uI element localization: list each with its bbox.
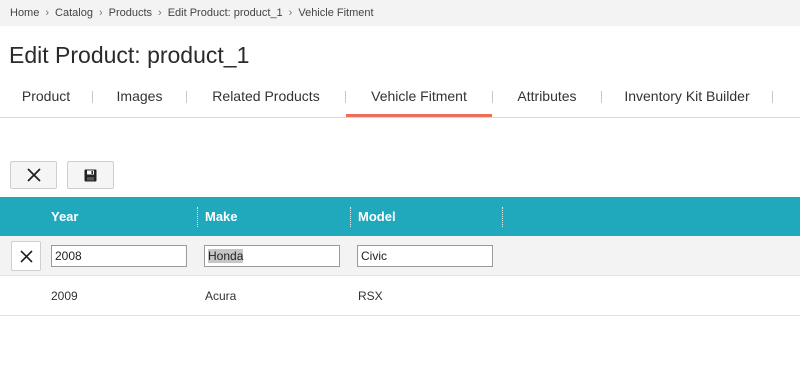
tab-inventory-kit-builder[interactable]: Inventory Kit Builder xyxy=(602,82,772,117)
cell-model: RSX xyxy=(358,289,383,303)
breadcrumb-separator: › xyxy=(158,7,162,19)
vehicle-fitment-grid: Year Make Model Honda 2009 Acura RSX xyxy=(0,197,800,316)
tab-vehicle-fitment[interactable]: Vehicle Fitment xyxy=(346,82,492,117)
year-input[interactable] xyxy=(51,245,187,267)
breadcrumb-home[interactable]: Home xyxy=(10,7,39,19)
breadcrumb-vehicle-fitment: Vehicle Fitment xyxy=(298,7,374,19)
tab-product[interactable]: Product xyxy=(0,82,92,117)
column-header-year[interactable]: Year xyxy=(51,197,78,236)
breadcrumb-separator: › xyxy=(288,7,293,19)
breadcrumb-products[interactable]: Products xyxy=(109,7,152,19)
grid-header: Year Make Model xyxy=(0,197,800,236)
tab-related-products[interactable]: Related Products xyxy=(187,82,345,117)
column-resize-handle[interactable] xyxy=(197,207,198,227)
column-resize-handle[interactable] xyxy=(350,207,351,227)
grid-toolbar xyxy=(10,161,114,189)
tab-attributes[interactable]: Attributes xyxy=(493,82,601,117)
cell-make: Acura xyxy=(205,289,237,303)
model-input[interactable] xyxy=(357,245,493,267)
breadcrumb-catalog[interactable]: Catalog xyxy=(55,7,93,19)
breadcrumb-separator: › xyxy=(98,7,103,19)
make-input-selected-text: Honda xyxy=(208,249,244,263)
table-row[interactable]: 2009 Acura RSX xyxy=(0,276,800,316)
tab-divider xyxy=(772,91,773,103)
close-icon xyxy=(26,168,41,182)
close-icon xyxy=(19,249,33,263)
column-header-make[interactable]: Make xyxy=(205,197,238,236)
make-input[interactable]: Honda xyxy=(204,245,340,267)
save-changes-button[interactable] xyxy=(67,161,114,189)
breadcrumb-edit-product[interactable]: Edit Product: product_1 xyxy=(168,7,283,19)
tab-images[interactable]: Images xyxy=(93,82,186,117)
floppy-disk-icon xyxy=(84,169,97,181)
breadcrumb: Home › Catalog › Products › Edit Product… xyxy=(0,0,800,26)
column-header-model[interactable]: Model xyxy=(358,197,396,236)
cell-year: 2009 xyxy=(51,289,78,303)
column-resize-handle[interactable] xyxy=(502,207,503,227)
breadcrumb-separator: › xyxy=(45,7,50,19)
tab-bar: Product Images Related Products Vehicle … xyxy=(0,82,800,118)
page-title: Edit Product: product_1 xyxy=(9,42,250,68)
cancel-changes-button[interactable] xyxy=(10,161,57,189)
table-row-editing: Honda xyxy=(0,236,800,276)
cancel-row-button[interactable] xyxy=(11,241,41,271)
